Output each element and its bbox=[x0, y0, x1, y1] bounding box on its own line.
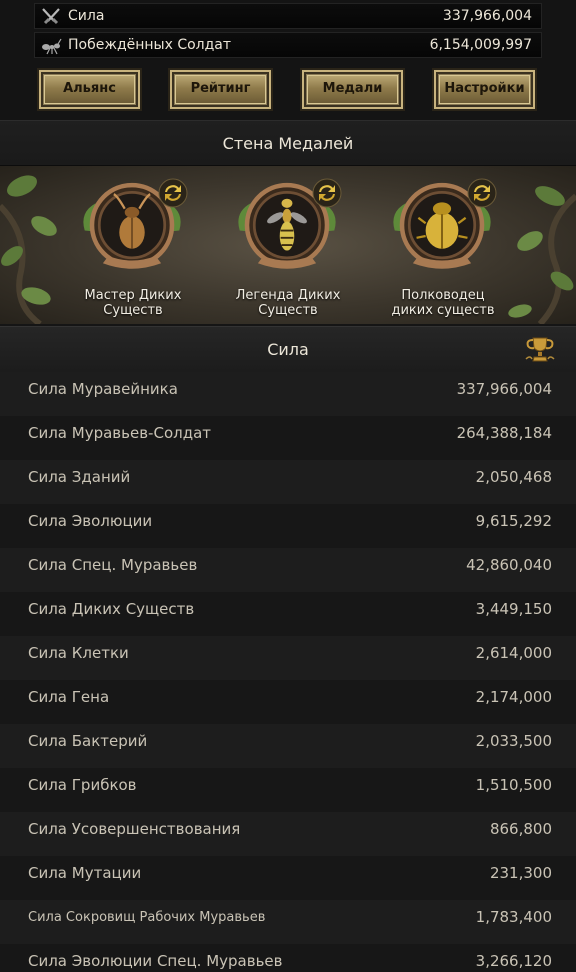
stat-row-defeated: Побеждённых Солдат 6,154,009,997 bbox=[34, 32, 542, 58]
power-row-label: Сила Сокровищ Рабочих Муравьев bbox=[28, 910, 266, 925]
list-item: Сила Диких Существ 3,449,150 bbox=[0, 592, 576, 636]
medal-wall-title: Стена Медалей bbox=[0, 120, 576, 166]
power-row-label: Сила Диких Существ bbox=[28, 600, 195, 618]
power-row-label: Сила Мутации bbox=[28, 864, 142, 882]
power-row-label: Сила Эволюции bbox=[28, 512, 153, 530]
stat-row-power: Сила 337,966,004 bbox=[34, 3, 542, 29]
list-item: Сила Муравейника 337,966,004 bbox=[0, 372, 576, 416]
medals-button-label: Медали bbox=[322, 81, 383, 96]
list-item: Сила Спец. Муравьев 42,860,040 bbox=[0, 548, 576, 592]
power-row-value: 9,615,292 bbox=[475, 512, 552, 530]
power-row-label: Сила Муравьев-Солдат bbox=[28, 424, 212, 442]
power-row-label: Сила Эволюции Спец. Муравьев bbox=[28, 952, 283, 970]
power-list: Сила Муравейника 337,966,004 Сила Муравь… bbox=[0, 372, 576, 972]
power-row-label: Сила Бактерий bbox=[28, 732, 148, 750]
settings-button[interactable]: Настройки bbox=[432, 68, 537, 111]
power-row-value: 2,174,000 bbox=[475, 688, 552, 706]
list-item: Сила Муравьев-Солдат 264,388,184 bbox=[0, 416, 576, 460]
medal-label-line1: Мастер Диких bbox=[84, 288, 182, 303]
trophy-icon[interactable] bbox=[524, 335, 556, 363]
power-row-label: Сила Клетки bbox=[28, 644, 129, 662]
refresh-icon[interactable] bbox=[312, 178, 342, 208]
power-row-value: 264,388,184 bbox=[456, 424, 552, 442]
alliance-button-label: Альянс bbox=[63, 81, 116, 96]
medal-label-line2: диких существ bbox=[391, 303, 495, 318]
stat-power-value: 337,966,004 bbox=[442, 8, 532, 24]
power-row-label: Сила Зданий bbox=[28, 468, 131, 486]
rating-button-label: Рейтинг bbox=[190, 81, 251, 96]
refresh-icon[interactable] bbox=[467, 178, 497, 208]
alliance-button[interactable]: Альянс bbox=[37, 68, 142, 111]
power-row-label: Сила Спец. Муравьев bbox=[28, 556, 198, 574]
list-item: Сила Сокровищ Рабочих Муравьев 1,783,400 bbox=[0, 900, 576, 944]
power-section-header: Сила bbox=[0, 326, 576, 372]
power-row-label: Сила Грибков bbox=[28, 776, 137, 794]
crossed-swords-icon bbox=[42, 8, 60, 25]
power-row-value: 3,449,150 bbox=[475, 600, 552, 618]
medal-label-line2: Существ bbox=[258, 303, 318, 318]
power-row-value: 42,860,040 bbox=[466, 556, 552, 574]
power-row-value: 1,783,400 bbox=[475, 908, 552, 926]
power-row-value: 2,033,500 bbox=[475, 732, 552, 750]
power-row-value: 231,300 bbox=[489, 864, 552, 882]
medal-label-line1: Легенда Диких bbox=[235, 288, 341, 303]
list-item: Сила Эволюции Спец. Муравьев 3,266,120 bbox=[0, 944, 576, 972]
stat-defeated-value: 6,154,009,997 bbox=[429, 37, 532, 53]
power-row-label: Сила Усовершенствования bbox=[28, 820, 241, 838]
medal-wall: Мастер Диких Существ Легенда Диких Сущес… bbox=[0, 166, 576, 324]
list-item: Сила Клетки 2,614,000 bbox=[0, 636, 576, 680]
power-row-value: 2,614,000 bbox=[475, 644, 552, 662]
stat-power-label: Сила bbox=[68, 8, 105, 24]
medals-button[interactable]: Медали bbox=[300, 68, 405, 111]
power-row-value: 3,266,120 bbox=[475, 952, 552, 970]
ant-soldier-icon bbox=[42, 38, 62, 55]
list-item: Сила Гена 2,174,000 bbox=[0, 680, 576, 724]
medal-label: Полководец диких существ bbox=[368, 288, 518, 318]
button-bar: Альянс Рейтинг Медали Настройки bbox=[0, 62, 576, 120]
list-item: Сила Усовершенствования 866,800 bbox=[0, 812, 576, 856]
list-item: Сила Мутации 231,300 bbox=[0, 856, 576, 900]
stat-defeated-label: Побеждённых Солдат bbox=[68, 37, 232, 53]
medal-label: Мастер Диких Существ bbox=[58, 288, 208, 318]
list-item: Сила Бактерий 2,033,500 bbox=[0, 724, 576, 768]
list-item: Сила Эволюции 9,615,292 bbox=[0, 504, 576, 548]
medal-label-line1: Полководец bbox=[401, 288, 485, 303]
refresh-icon[interactable] bbox=[158, 178, 188, 208]
power-row-label: Сила Гена bbox=[28, 688, 110, 706]
power-section-title: Сила bbox=[267, 340, 309, 359]
power-row-value: 337,966,004 bbox=[456, 380, 552, 398]
stats-panel: Сила 337,966,004 Побеждённых Солдат 6,15… bbox=[0, 0, 576, 62]
settings-button-label: Настройки bbox=[444, 81, 525, 96]
medal-label: Легенда Диких Существ bbox=[213, 288, 363, 318]
power-row-value: 2,050,468 bbox=[475, 468, 552, 486]
power-row-value: 866,800 bbox=[489, 820, 552, 838]
list-item: Сила Зданий 2,050,468 bbox=[0, 460, 576, 504]
rating-button[interactable]: Рейтинг bbox=[168, 68, 273, 111]
medal-label-line2: Существ bbox=[103, 303, 163, 318]
power-row-value: 1,510,500 bbox=[475, 776, 552, 794]
list-item: Сила Грибков 1,510,500 bbox=[0, 768, 576, 812]
power-row-label: Сила Муравейника bbox=[28, 380, 178, 398]
